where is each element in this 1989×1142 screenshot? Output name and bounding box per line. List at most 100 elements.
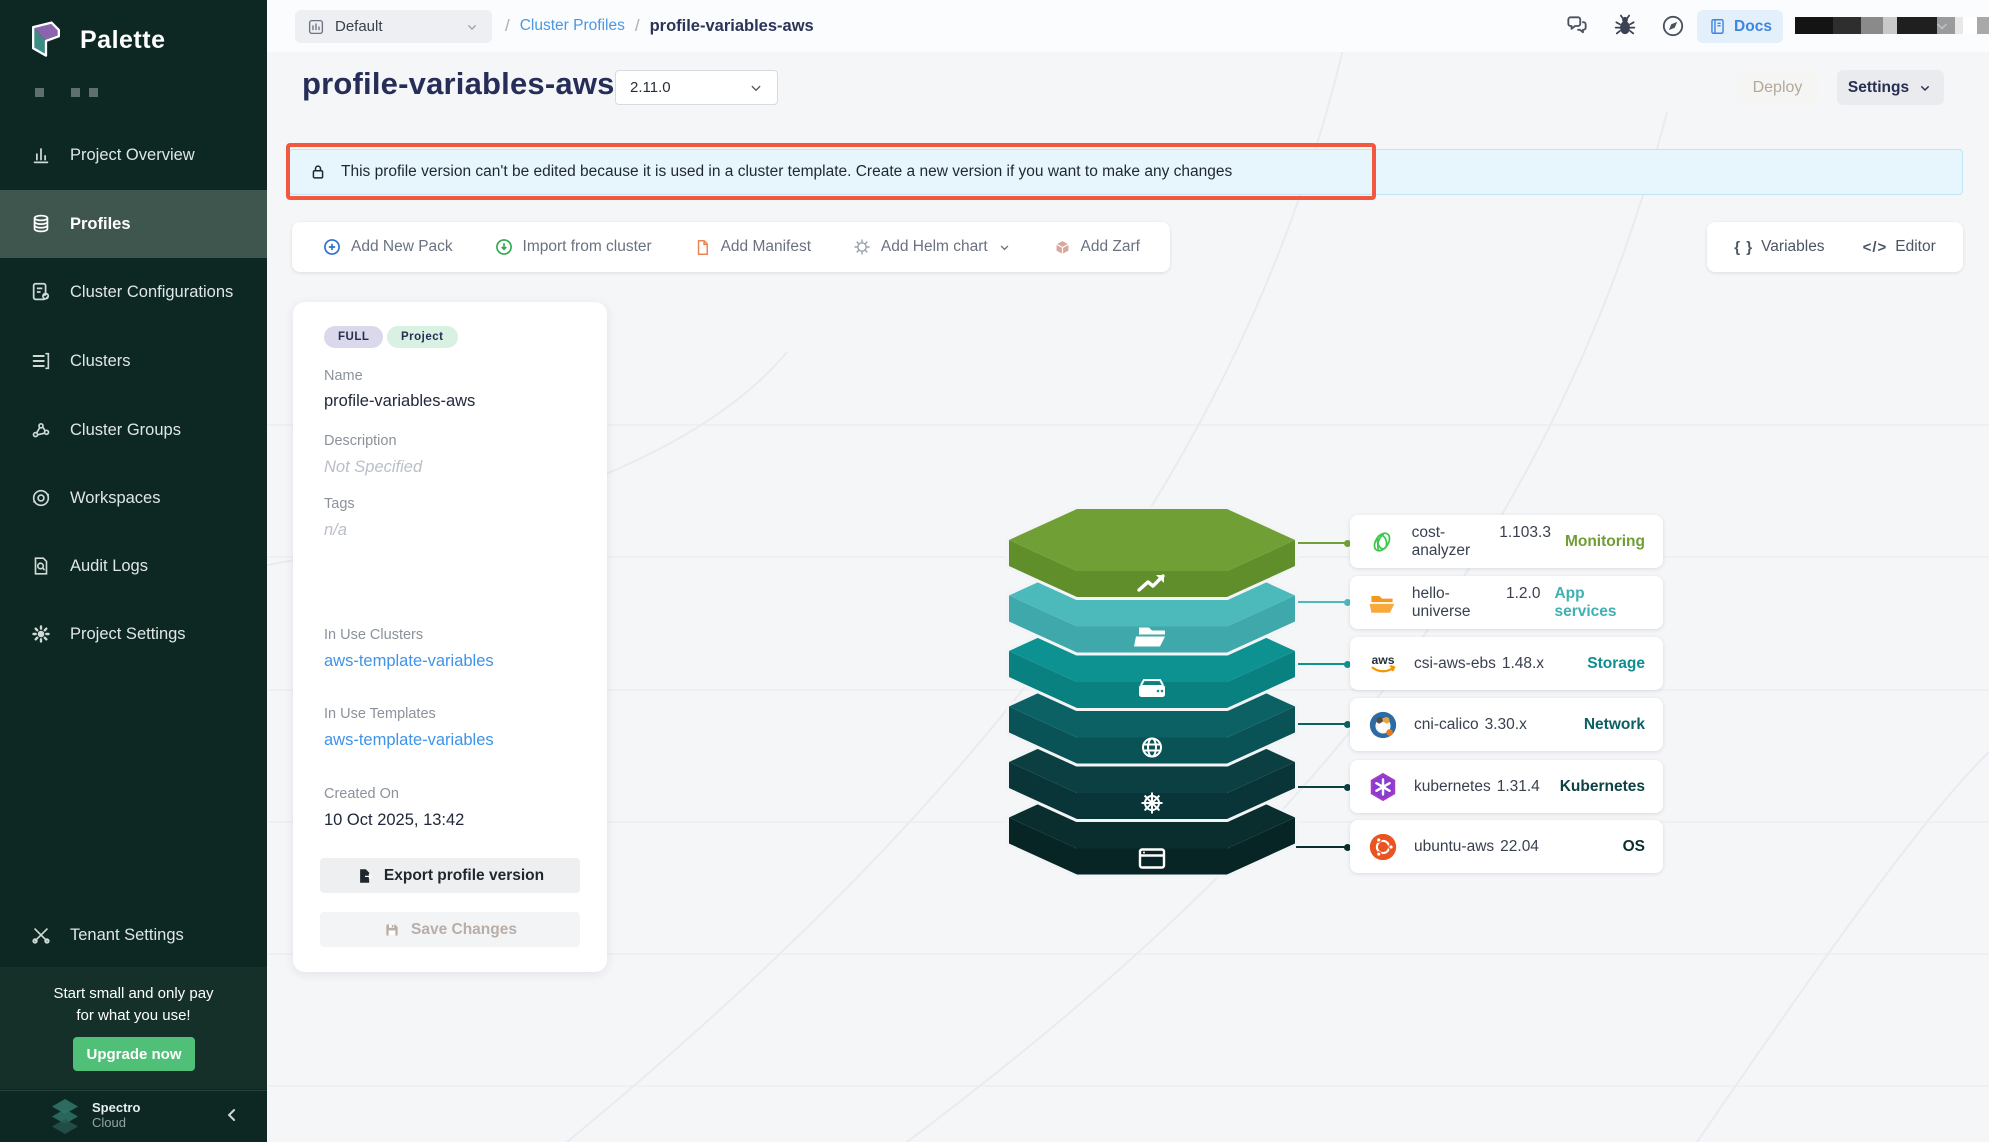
in-use-templates-label: In Use Templates <box>324 706 436 722</box>
calico-icon <box>1366 708 1400 742</box>
pack-card-hello-universe[interactable]: hello-universe1.2.0 App services <box>1350 576 1663 629</box>
kubernetes-icon <box>1366 770 1400 804</box>
import-from-cluster-button[interactable]: Import from cluster <box>494 237 652 257</box>
sidebar-item-clusters[interactable]: Clusters <box>0 327 267 395</box>
docs-button[interactable]: Docs <box>1697 10 1783 43</box>
name-value: profile-variables-aws <box>324 392 475 411</box>
redacted-block <box>89 88 98 97</box>
pack-category: App services <box>1554 585 1645 621</box>
ubuntu-icon <box>1366 830 1400 864</box>
chart-bars-icon <box>30 144 52 166</box>
save-changes-button[interactable]: Save Changes <box>320 912 580 947</box>
sidebar-item-cluster-groups[interactable]: Cluster Groups <box>0 396 267 464</box>
add-manifest-label: Add Manifest <box>721 238 811 256</box>
pack-category: Network <box>1584 716 1645 734</box>
breadcrumb-current: profile-variables-aws <box>650 17 814 36</box>
compass-icon[interactable] <box>1660 13 1686 39</box>
chat-icon[interactable] <box>1564 13 1590 39</box>
pack-card-csi-aws-ebs[interactable]: aws csi-aws-ebs1.48.x Storage <box>1350 637 1663 690</box>
export-file-icon <box>356 867 374 885</box>
redacted-block <box>35 88 44 97</box>
deploy-button[interactable]: Deploy <box>1737 70 1818 105</box>
add-manifest-button[interactable]: Add Manifest <box>693 238 811 257</box>
upgrade-now-button[interactable]: Upgrade now <box>73 1037 195 1071</box>
gear-icon <box>30 623 52 645</box>
version-selector-value: 2.11.0 <box>630 79 747 96</box>
sidebar-item-profiles[interactable]: Profiles <box>0 190 267 258</box>
pack-card-kubernetes[interactable]: kubernetes1.31.4 Kubernetes <box>1350 760 1663 813</box>
alert-message: This profile version can't be edited bec… <box>341 163 1232 181</box>
variables-button[interactable]: { } Variables <box>1734 238 1824 256</box>
layer-monitoring[interactable] <box>1009 509 1295 597</box>
zarf-package-icon <box>1053 238 1072 257</box>
project-selector[interactable]: Default <box>295 10 492 43</box>
arrow-down-circle-icon <box>494 237 514 257</box>
in-use-templates-link[interactable]: aws-template-variables <box>324 731 494 750</box>
in-use-clusters-link[interactable]: aws-template-variables <box>324 652 494 671</box>
sidebar-item-tenant-settings[interactable]: Tenant Settings <box>0 901 267 969</box>
pack-category: Storage <box>1587 655 1645 673</box>
page-title: profile-variables-aws <box>302 66 615 102</box>
settings-button-label: Settings <box>1848 79 1909 97</box>
sidebar-footer: Spectro Cloud <box>0 1090 267 1142</box>
sidebar: Palette Project Overview Profiles Cluste… <box>0 0 267 1142</box>
export-profile-version-button[interactable]: Export profile version <box>320 858 580 893</box>
description-value: Not Specified <box>324 458 422 477</box>
pack-card-cni-calico[interactable]: cni-calico3.30.x Network <box>1350 698 1663 751</box>
sidebar-item-audit-logs[interactable]: Audit Logs <box>0 532 267 600</box>
scope-badge: FULL <box>324 326 383 348</box>
sidebar-item-label: Cluster Configurations <box>70 283 233 302</box>
app-logo: Palette <box>24 18 165 62</box>
redacted-block <box>71 88 80 97</box>
palette-logo-icon <box>24 18 68 62</box>
pack-name: cost-analyzer1.103.3 <box>1412 524 1551 560</box>
pack-category: OS <box>1623 838 1645 856</box>
in-use-clusters-label: In Use Clusters <box>324 627 423 643</box>
spectro-cloud-logo-text: Spectro Cloud <box>92 1100 140 1130</box>
context-badge: Project <box>387 326 458 348</box>
helm-wheel-icon <box>852 237 872 257</box>
sidebar-item-project-overview[interactable]: Project Overview <box>0 121 267 189</box>
kubecost-icon <box>1366 525 1398 559</box>
pack-card-cost-analyzer[interactable]: cost-analyzer1.103.3 Monitoring <box>1350 515 1663 568</box>
editor-button[interactable]: </> Editor <box>1863 238 1936 256</box>
chevron-down-icon <box>747 79 765 97</box>
user-menu-chevron-down-icon[interactable] <box>1932 16 1958 42</box>
tags-value: n/a <box>324 521 347 540</box>
save-button-label: Save Changes <box>411 921 517 939</box>
collapse-sidebar-icon[interactable] <box>222 1105 242 1125</box>
helm-wheel-icon <box>1142 793 1163 814</box>
pack-category: Monitoring <box>1565 533 1645 551</box>
sidebar-item-label: Tenant Settings <box>70 926 184 945</box>
add-helm-chart-label: Add Helm chart <box>881 238 988 256</box>
description-label: Description <box>324 433 397 449</box>
chevron-down-icon <box>997 240 1012 255</box>
tools-icon <box>30 924 52 946</box>
bug-icon[interactable] <box>1612 13 1638 39</box>
add-helm-chart-button[interactable]: Add Helm chart <box>852 237 1012 257</box>
name-label: Name <box>324 368 363 384</box>
sidebar-item-project-settings[interactable]: Project Settings <box>0 600 267 668</box>
add-zarf-button[interactable]: Add Zarf <box>1053 238 1140 257</box>
pack-name: hello-universe1.2.0 <box>1412 585 1541 621</box>
sidebar-item-cluster-configurations[interactable]: Cluster Configurations <box>0 258 267 326</box>
orbit-icon <box>30 487 52 509</box>
sidebar-item-label: Cluster Groups <box>70 421 181 440</box>
chevron-down-icon <box>464 19 480 35</box>
breadcrumb-link-cluster-profiles[interactable]: Cluster Profiles <box>520 17 625 35</box>
sidebar-item-workspaces[interactable]: Workspaces <box>0 464 267 532</box>
pack-card-ubuntu-aws[interactable]: ubuntu-aws22.04 OS <box>1350 820 1663 873</box>
sidebar-item-label: Clusters <box>70 352 131 371</box>
add-new-pack-button[interactable]: Add New Pack <box>322 237 453 257</box>
created-on-label: Created On <box>324 786 399 802</box>
created-on-value: 10 Oct 2025, 13:42 <box>324 811 464 830</box>
version-selector[interactable]: 2.11.0 <box>615 70 778 105</box>
pack-name: ubuntu-aws22.04 <box>1414 838 1539 856</box>
node-graph-icon <box>30 419 52 441</box>
export-button-label: Export profile version <box>384 867 544 885</box>
project-selector-value: Default <box>335 18 454 35</box>
sidebar-item-label: Profiles <box>70 215 131 234</box>
tags-label: Tags <box>324 496 355 512</box>
settings-button[interactable]: Settings <box>1837 70 1944 105</box>
braces-icon: { } <box>1734 239 1753 256</box>
